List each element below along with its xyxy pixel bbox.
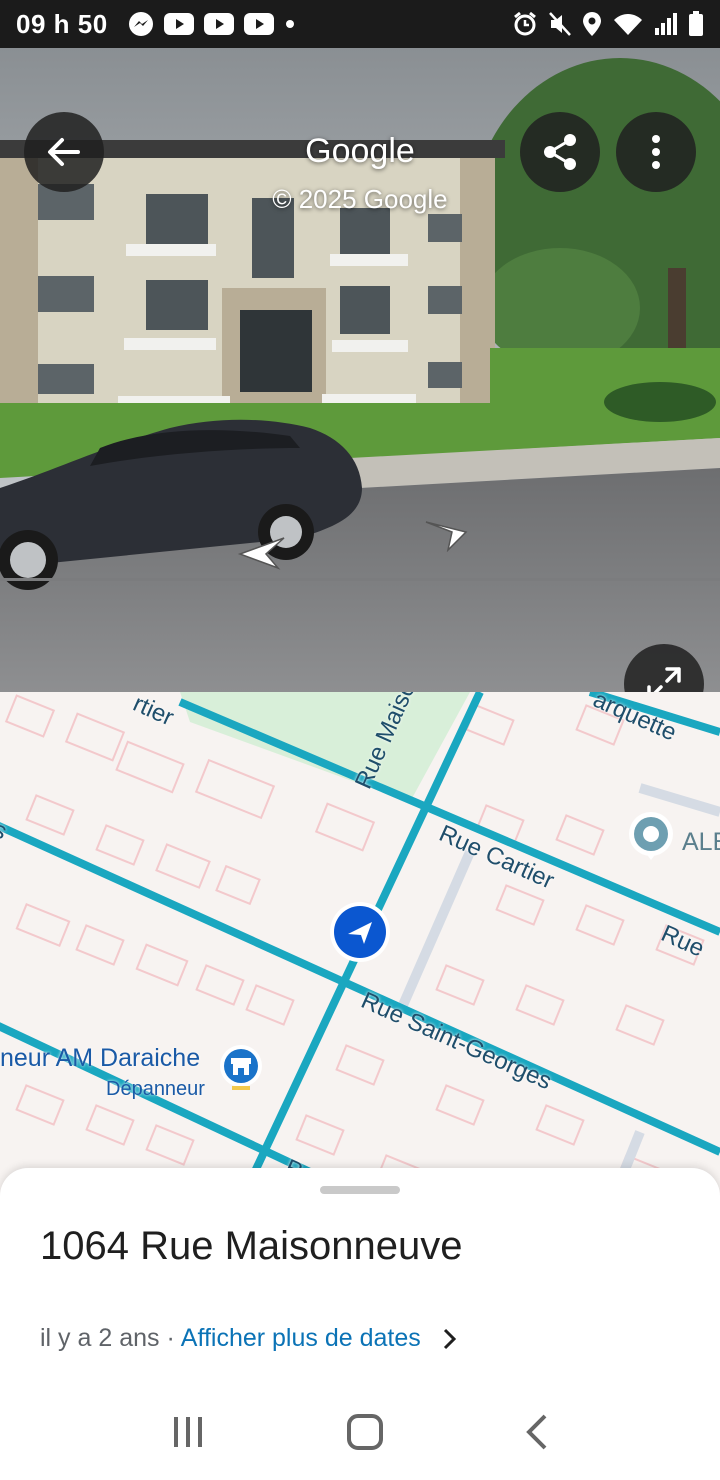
more-options-button[interactable] [616, 112, 696, 192]
signal-icon [655, 13, 677, 35]
messenger-icon [128, 12, 153, 36]
more-vert-icon [652, 135, 660, 169]
status-time: 09 h 50 [16, 8, 108, 39]
date-row: il y a 2 ans · Afficher plus de dates [40, 1324, 457, 1353]
store-icon[interactable] [218, 1044, 264, 1094]
more-dates-link[interactable]: Afficher plus de dates [181, 1324, 421, 1353]
location-arrow-icon[interactable] [328, 900, 392, 964]
sheet-drag-handle[interactable] [320, 1186, 400, 1194]
youtube-icon [163, 13, 194, 35]
battery-icon [689, 11, 703, 36]
alarm-icon [514, 11, 536, 36]
status-bar: 09 h 50 [0, 0, 720, 48]
expand-icon [647, 667, 681, 692]
back-arrow-icon [48, 138, 80, 166]
address-title: 1064 Rue Maisonneuve [40, 1224, 463, 1268]
place-pin-icon[interactable] [626, 812, 676, 862]
chevron-right-icon[interactable] [443, 1328, 457, 1350]
back-button[interactable] [24, 112, 104, 192]
location-icon [583, 12, 601, 36]
system-nav-bar [0, 1384, 720, 1480]
navigate-right-arrow[interactable] [424, 518, 468, 552]
poi-name[interactable]: neur AM Daraiche [0, 1044, 200, 1073]
street-view-panorama[interactable]: Google © 2025 Google [0, 48, 720, 692]
share-icon [544, 134, 576, 170]
share-button[interactable] [520, 112, 600, 192]
youtube-icon [203, 13, 234, 35]
google-watermark: Google [305, 132, 415, 170]
poi-category: Dépanneur [106, 1078, 205, 1100]
dot-icon [285, 20, 294, 28]
place-pin-label: ALE [682, 828, 720, 856]
navigate-left-arrow[interactable] [236, 534, 286, 570]
back-nav-icon[interactable] [525, 1414, 549, 1450]
capture-age: il y a 2 ans · [40, 1324, 175, 1352]
recents-icon[interactable] [171, 1415, 205, 1449]
mute-icon [549, 12, 571, 36]
copyright-text: © 2025 Google [272, 184, 448, 214]
home-icon[interactable] [346, 1413, 384, 1451]
youtube-icon [243, 13, 274, 35]
wifi-icon [614, 14, 642, 35]
notification-icons [128, 11, 296, 37]
system-icons [512, 11, 704, 37]
map-view[interactable]: Rue Maisonneuve Rue Cartier Rue Saint-Ge… [0, 692, 720, 1232]
